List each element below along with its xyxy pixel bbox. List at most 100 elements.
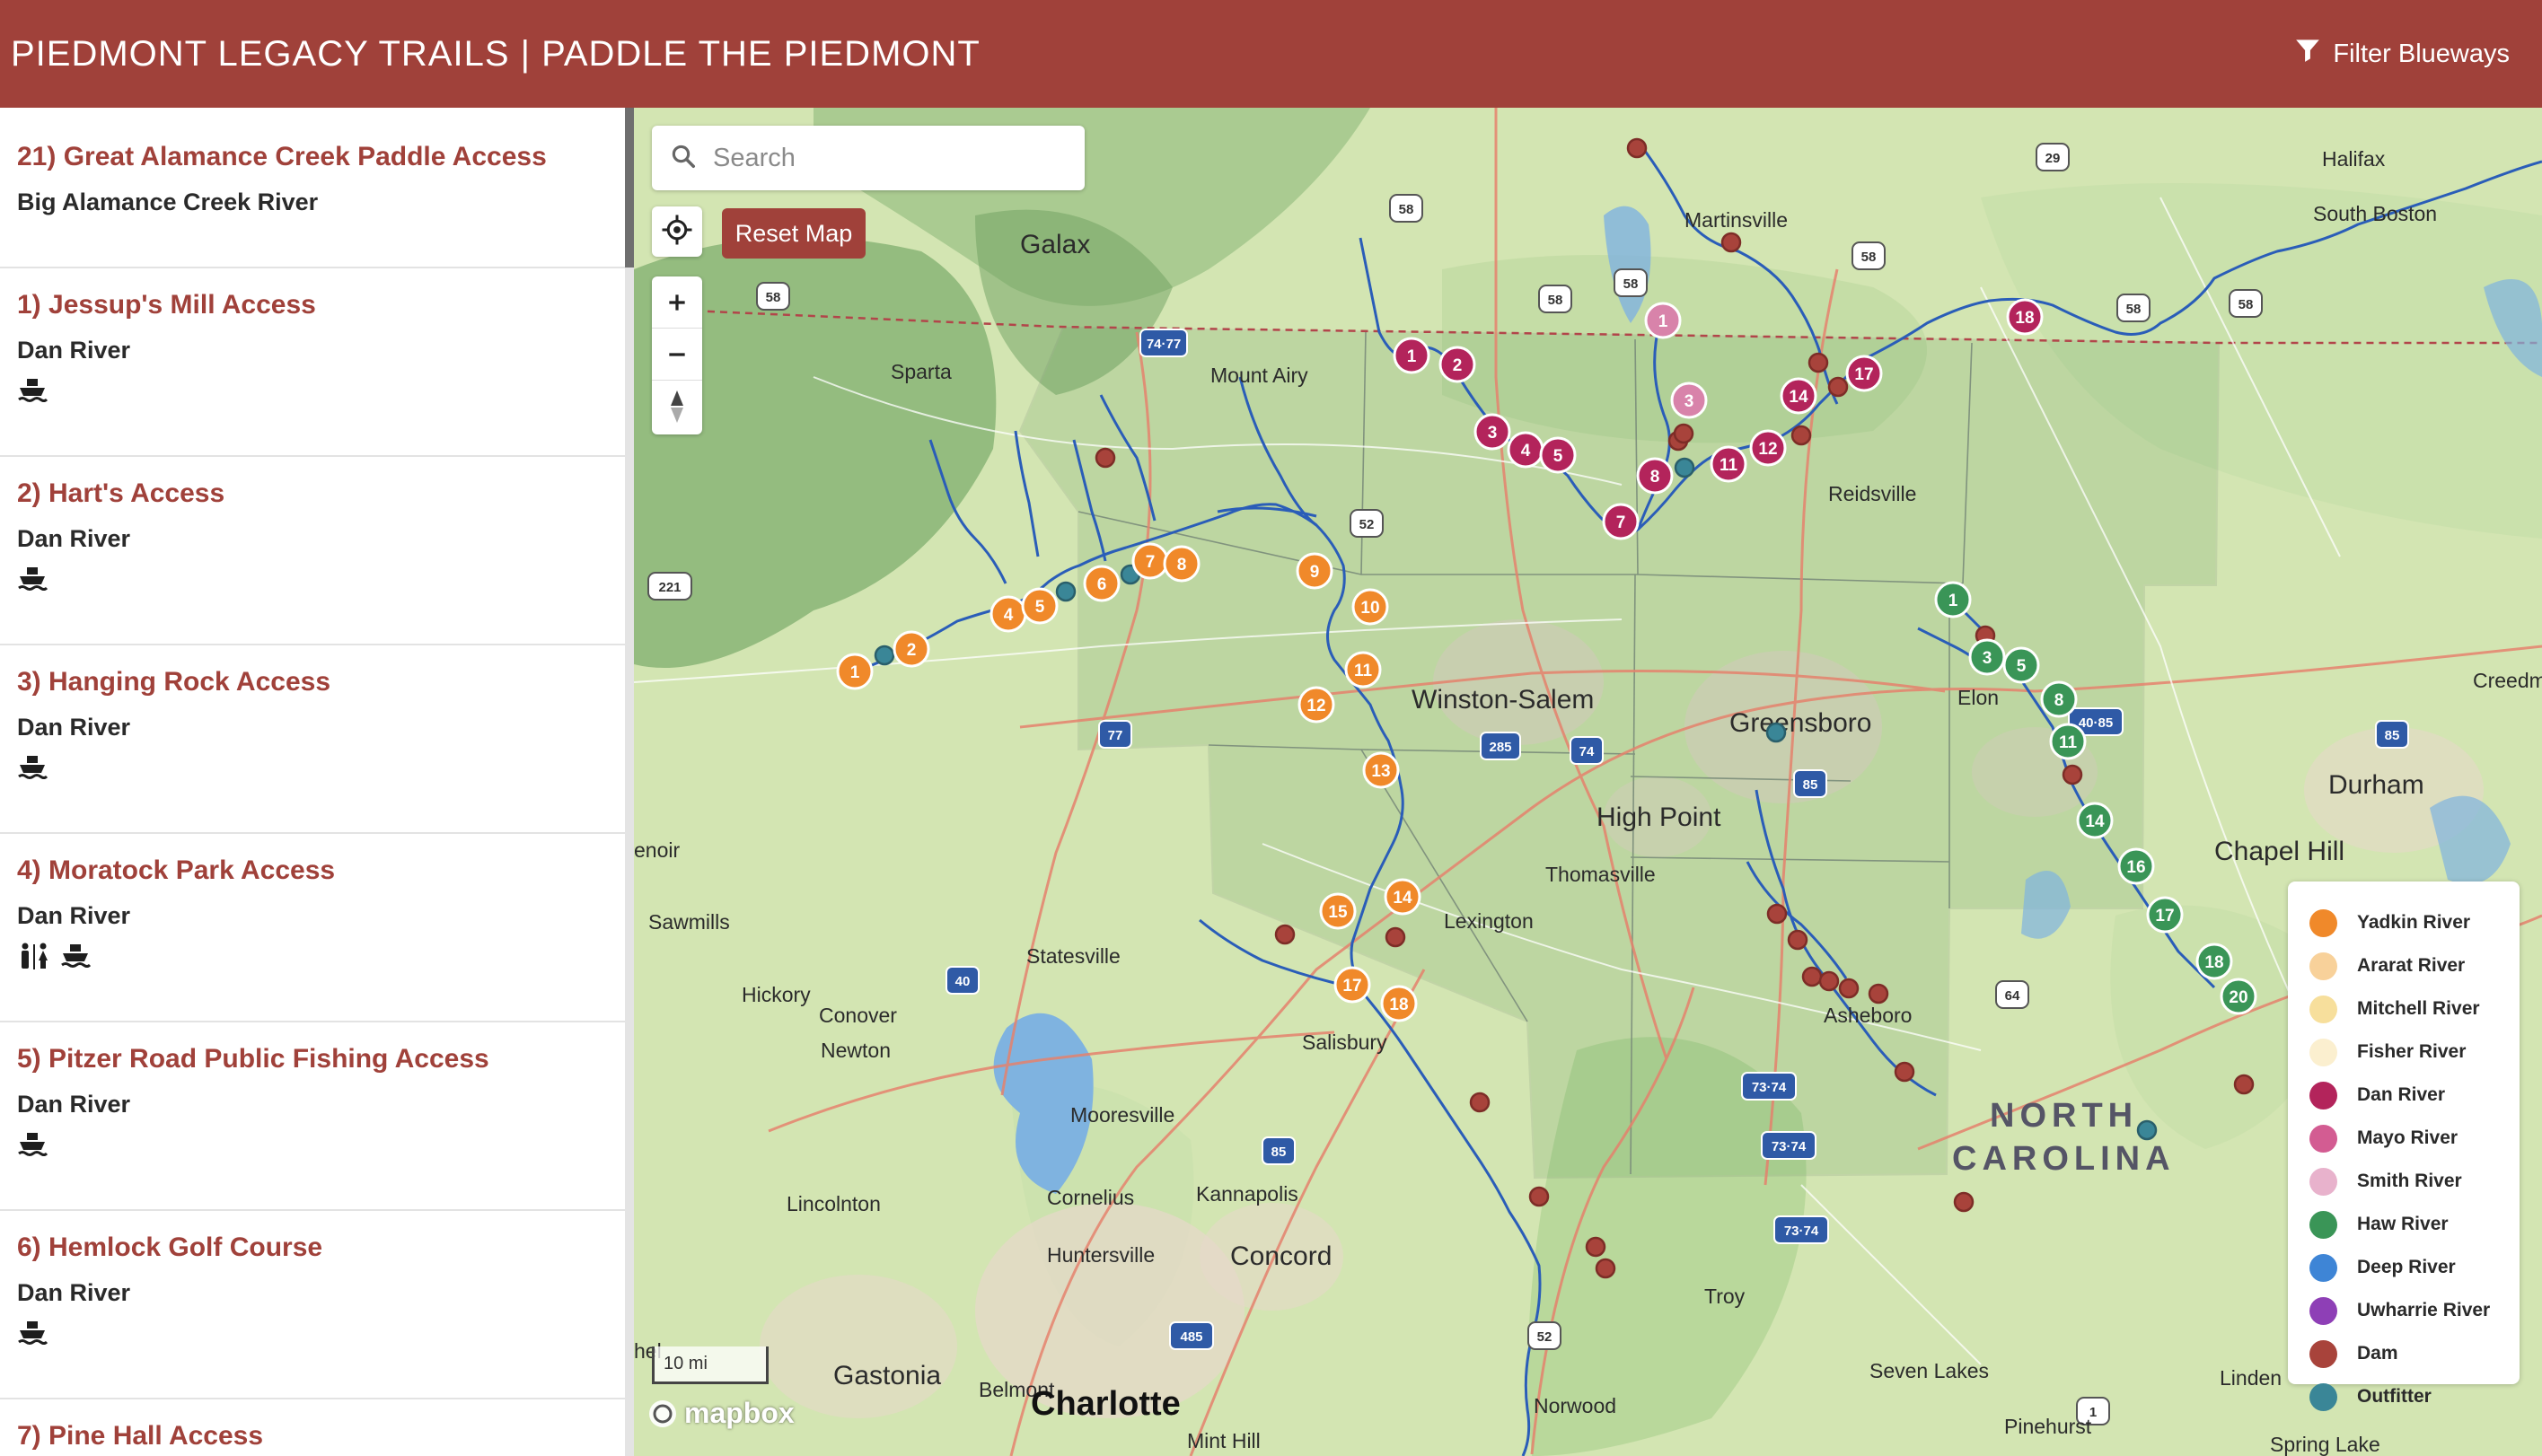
smith-access-marker[interactable]: 1 [1644,302,1682,339]
outfitter-marker[interactable] [1674,457,1695,478]
dan-access-marker[interactable]: 8 [1636,457,1674,495]
outfitter-marker[interactable] [874,645,895,666]
dan-access-marker[interactable]: 4 [1507,431,1544,469]
reset-map-button[interactable]: Reset Map [722,208,866,259]
dam-marker[interactable] [1827,376,1849,398]
dan-access-marker[interactable]: 1 [1393,337,1430,374]
haw-access-marker[interactable]: 1 [1934,581,1972,618]
legend-swatch [2309,1382,2337,1411]
boat-launch-icon [17,377,48,404]
dan-access-marker[interactable]: 18 [2006,298,2044,336]
zoom-out-button[interactable] [652,329,702,381]
dam-marker[interactable] [1808,352,1829,373]
map-view[interactable]: 58 29 58 58 58 58 58 58 74·77 52 221 77 … [634,108,2542,1456]
dam-marker[interactable] [1469,1092,1491,1113]
haw-access-marker[interactable]: 5 [2002,646,2040,684]
dam-marker[interactable] [1801,966,1823,987]
yadkin-access-marker[interactable]: 18 [1380,985,1418,1022]
yadkin-access-marker[interactable]: 4 [990,595,1027,633]
yadkin-access-marker[interactable]: 13 [1362,751,1400,789]
geolocate-button[interactable] [652,206,702,257]
dam-marker[interactable] [1818,970,1840,992]
dan-access-marker[interactable]: 5 [1539,436,1577,474]
yadkin-access-marker[interactable]: 1 [836,653,874,690]
dan-access-marker[interactable]: 3 [1473,413,1511,451]
dam-marker[interactable] [1528,1186,1550,1207]
dam-marker[interactable] [1626,137,1648,159]
list-item[interactable]: 1) Jessup's Mill Access Dan River [0,268,625,457]
sidebar-scroll-thumb[interactable] [625,108,634,268]
dam-marker[interactable] [1766,903,1788,925]
dam-marker[interactable] [1787,929,1808,951]
yadkin-access-marker[interactable]: 6 [1083,565,1121,602]
list-item[interactable]: 6) Hemlock Golf Course Dan River [0,1211,625,1399]
list-item[interactable]: 7) Pine Hall Access [0,1399,625,1456]
compass-button[interactable] [652,381,702,433]
list-item[interactable]: 4) Moratock Park Access Dan River [0,834,625,1022]
legend-label: Smith River [2357,1171,2462,1191]
dam-marker[interactable] [1595,1258,1616,1279]
yadkin-access-marker[interactable]: 2 [893,630,930,668]
list-item[interactable]: 5) Pitzer Road Public Fishing Access Dan… [0,1022,625,1211]
dam-marker[interactable] [1894,1061,1915,1083]
yadkin-access-marker[interactable]: 15 [1319,892,1357,930]
yadkin-access-marker[interactable]: 8 [1163,545,1201,583]
markers-layer[interactable]: 124 567 8 910111213141517181 234 578111214171… [634,108,2542,1456]
outfitter-marker[interactable] [2136,1119,2158,1141]
search-input[interactable] [713,143,1054,173]
legend-swatch [2309,1296,2337,1325]
dam-marker[interactable] [1095,447,1116,469]
haw-access-marker[interactable]: 20 [2220,978,2257,1015]
outfitter-marker[interactable] [1765,722,1787,743]
haw-access-marker[interactable]: 17 [2146,896,2184,934]
haw-access-marker[interactable]: 8 [2040,680,2078,718]
dam-marker[interactable] [2233,1074,2255,1095]
dam-marker[interactable] [1385,926,1406,948]
haw-access-marker[interactable]: 3 [1968,638,2006,676]
mapbox-attribution[interactable]: mapbox [646,1397,795,1430]
haw-access-marker[interactable]: 18 [2195,943,2233,980]
filter-blueways-button[interactable]: Filter Blueways [2295,38,2510,70]
yadkin-access-marker[interactable]: 14 [1384,878,1421,916]
legend-label: Mayo River [2357,1127,2458,1148]
dan-access-marker[interactable]: 17 [1845,355,1883,392]
smith-access-marker[interactable]: 3 [1670,382,1708,419]
dam-marker[interactable] [1790,425,1812,446]
zoom-in-button[interactable] [652,276,702,329]
access-list-sidebar[interactable]: 21) Great Alamance Creek Paddle Access B… [0,108,625,1456]
dam-marker[interactable] [1274,924,1296,945]
dan-access-marker[interactable]: 11 [1710,445,1747,483]
haw-access-marker[interactable]: 16 [2117,847,2155,885]
dam-marker[interactable] [1585,1236,1606,1258]
legend-label: Haw River [2357,1214,2449,1234]
dam-marker[interactable] [1673,423,1694,444]
marker-label: 18 [1389,996,1408,1014]
sidebar-scrollbar[interactable] [625,108,634,1456]
dan-access-marker[interactable]: 2 [1438,346,1476,383]
dam-marker[interactable] [1868,983,1889,1004]
list-item[interactable]: 21) Great Alamance Creek Paddle Access B… [0,108,625,268]
dan-access-marker[interactable]: 7 [1602,503,1640,540]
yadkin-access-marker[interactable]: 17 [1333,966,1371,1004]
dan-access-marker[interactable]: 12 [1749,429,1787,467]
dam-marker[interactable] [2062,764,2083,785]
haw-access-marker[interactable]: 11 [2049,723,2087,760]
dam-marker[interactable] [1838,978,1860,999]
dam-marker[interactable] [1953,1191,1975,1213]
yadkin-access-marker[interactable]: 7 [1131,542,1169,580]
yadkin-access-marker[interactable]: 11 [1344,651,1382,689]
list-item[interactable]: 2) Hart's Access Dan River [0,457,625,645]
dan-access-marker[interactable]: 14 [1780,377,1817,415]
yadkin-access-marker[interactable]: 9 [1296,552,1333,590]
marker-label: 9 [1310,563,1320,582]
legend-item: Deep River [2309,1246,2520,1289]
list-item[interactable]: 3) Hanging Rock Access Dan River [0,645,625,834]
yadkin-access-marker[interactable]: 12 [1297,686,1335,724]
dam-marker[interactable] [1720,232,1742,253]
search-box[interactable] [652,126,1085,190]
boat-launch-icon [17,1320,48,1346]
yadkin-access-marker[interactable]: 10 [1351,588,1389,626]
haw-access-marker[interactable]: 14 [2076,802,2114,839]
yadkin-access-marker[interactable]: 5 [1021,587,1059,625]
outfitter-marker[interactable] [1055,581,1077,602]
